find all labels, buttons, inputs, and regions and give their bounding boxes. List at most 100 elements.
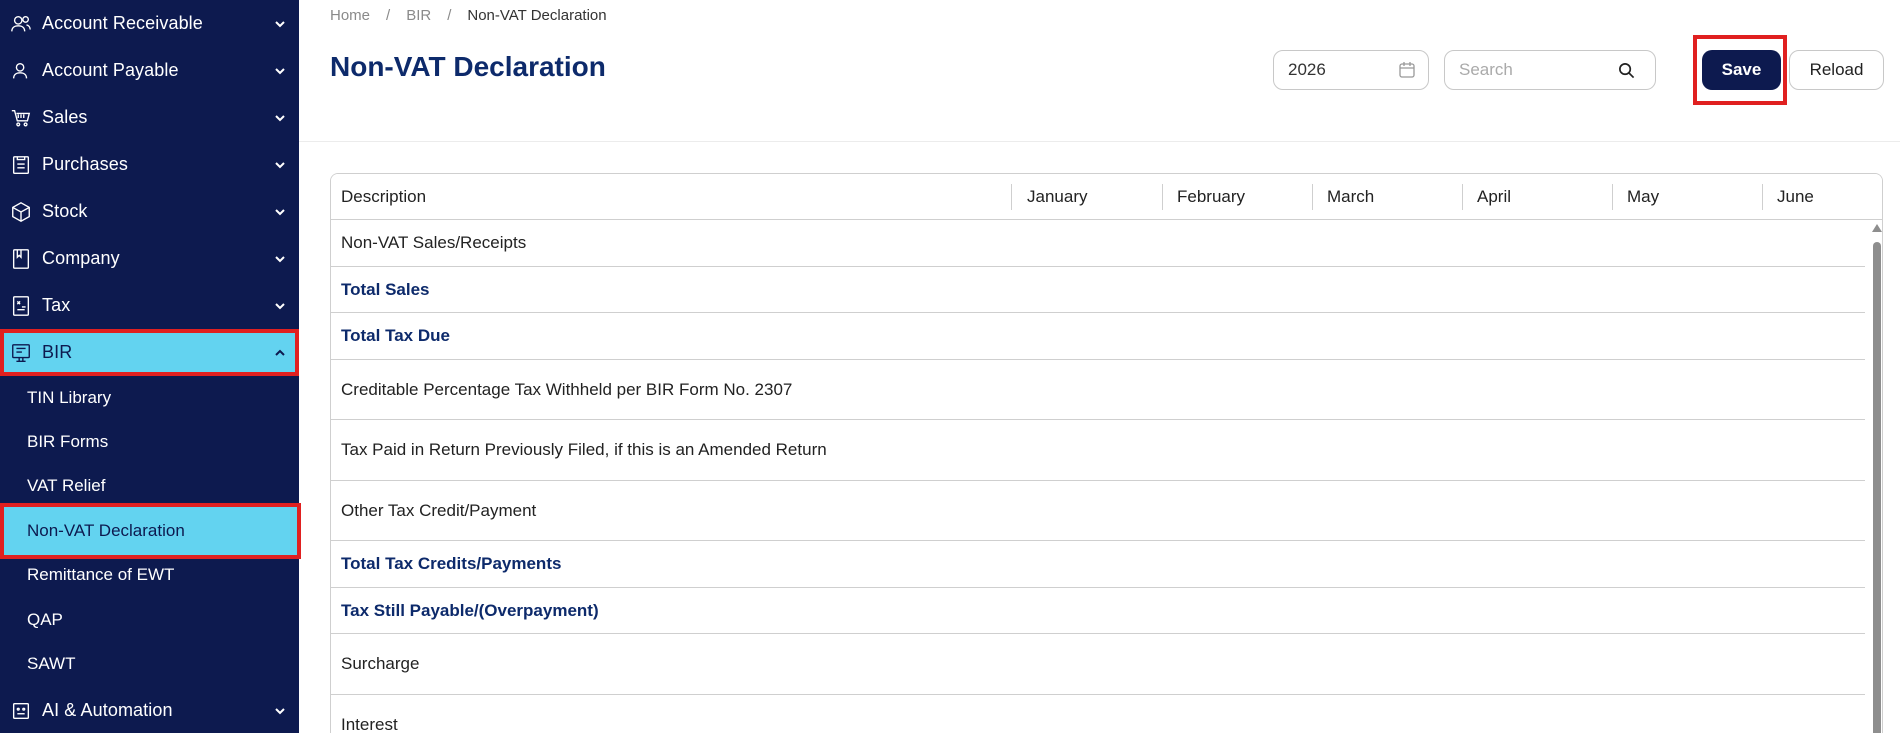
sidebar-subitem-vat-relief[interactable]: VAT Relief — [0, 464, 299, 508]
column-header-march: March — [1327, 187, 1375, 206]
column-header-description: Description — [341, 187, 427, 206]
row-description: Tax Still Payable/(Overpayment) — [341, 600, 599, 620]
sidebar-item-sales[interactable]: Sales — [0, 94, 299, 141]
row-description: Surcharge — [341, 654, 420, 673]
breadcrumb-bir[interactable]: BIR — [406, 7, 431, 24]
table-row: Creditable Percentage Tax Withheld per B… — [331, 360, 1865, 420]
row-description: Total Tax Credits/Payments — [341, 554, 562, 573]
sidebar-item-label: Account Receivable — [42, 13, 203, 33]
chevron-down-icon — [275, 20, 285, 27]
sidebar-item-label: Sales — [42, 107, 88, 127]
chevron-down-icon — [275, 114, 285, 121]
sidebar-subitem-bir-forms[interactable]: BIR Forms — [0, 420, 299, 464]
chevron-down-icon — [275, 707, 285, 714]
user-icon — [10, 60, 32, 82]
sidebar-item-tax[interactable]: Tax — [0, 282, 299, 329]
breadcrumb-home[interactable]: Home — [330, 7, 370, 24]
sidebar-item-label: Company — [42, 248, 120, 268]
row-description: Tax Paid in Return Previously Filed, if … — [341, 440, 827, 459]
table-row: Tax Still Payable/(Overpayment) — [331, 588, 1865, 634]
table-row: Interest — [331, 695, 1865, 733]
sidebar-subitem-non-vat-declaration[interactable]: Non-VAT Declaration — [0, 503, 301, 559]
column-header-june: June — [1777, 187, 1814, 206]
sidebar-item-ai-automation[interactable]: AI & Automation — [0, 687, 299, 733]
column-divider — [1612, 184, 1613, 210]
bookmark-icon — [10, 248, 32, 270]
sidebar-item-label: Purchases — [42, 154, 128, 174]
chevron-down-icon — [275, 302, 285, 309]
tax-icon — [10, 295, 32, 317]
column-header-february: February — [1177, 187, 1246, 206]
declaration-table: Description January February March April… — [330, 173, 1883, 733]
sidebar-subitem-sawt[interactable]: SAWT — [0, 642, 299, 686]
subitem-label: SAWT — [27, 654, 76, 673]
sidebar-item-label: Account Payable — [42, 60, 179, 80]
scroll-up-arrow-icon[interactable] — [1872, 224, 1882, 232]
chevron-down-icon — [275, 67, 285, 74]
sidebar-item-company[interactable]: Company — [0, 235, 299, 282]
reload-button[interactable]: Reload — [1789, 50, 1884, 90]
sidebar: Account Receivable Account Payable Sales… — [0, 0, 301, 733]
page-title: Non-VAT Declaration — [330, 51, 606, 82]
save-button[interactable]: Save — [1702, 50, 1781, 90]
row-description: Total Tax Due — [341, 326, 450, 345]
table-scrollbar[interactable] — [1869, 224, 1882, 733]
sidebar-item-stock[interactable]: Stock — [0, 188, 299, 235]
chevron-down-icon — [275, 161, 285, 168]
sidebar-subitem-tin-library[interactable]: TIN Library — [0, 376, 299, 420]
table-header: Description January February March April… — [331, 174, 1882, 220]
table-row: Tax Paid in Return Previously Filed, if … — [331, 420, 1865, 481]
breadcrumb-separator: / — [447, 7, 452, 24]
clipboard-icon — [10, 154, 32, 176]
sidebar-subitem-qap[interactable]: QAP — [0, 598, 299, 642]
column-divider — [1162, 184, 1163, 210]
column-divider — [1011, 184, 1012, 210]
sidebar-item-account-payable[interactable]: Account Payable — [0, 47, 299, 94]
subitem-label: VAT Relief — [27, 476, 106, 495]
sidebar-item-purchases[interactable]: Purchases — [0, 141, 299, 188]
breadcrumb-current: Non-VAT Declaration — [467, 7, 607, 24]
subitem-label: QAP — [27, 610, 63, 629]
chevron-down-icon — [275, 208, 285, 215]
column-header-january: January — [1027, 187, 1088, 206]
table-row: Non-VAT Sales/Receipts — [331, 220, 1865, 267]
search-input[interactable] — [1459, 60, 1609, 80]
users-icon — [10, 13, 32, 35]
chevron-down-icon — [275, 255, 285, 262]
breadcrumb-separator: / — [386, 7, 391, 24]
year-value: 2026 — [1288, 60, 1326, 79]
table-row: Surcharge — [331, 634, 1865, 695]
header-divider — [299, 141, 1900, 142]
chevron-up-icon — [275, 349, 285, 356]
subitem-label: Remittance of EWT — [27, 565, 175, 584]
robot-icon — [10, 700, 32, 722]
row-description: Total Sales — [341, 279, 430, 299]
search-icon[interactable] — [1618, 62, 1635, 79]
subitem-label: BIR Forms — [27, 432, 109, 451]
sidebar-item-account-receivable[interactable]: Account Receivable — [0, 0, 299, 47]
sidebar-subitem-remittance-of-ewt[interactable]: Remittance of EWT — [0, 553, 299, 597]
column-header-may: May — [1627, 187, 1660, 206]
column-divider — [1762, 184, 1763, 210]
calendar-icon[interactable] — [1398, 61, 1416, 79]
row-description: Interest — [341, 714, 398, 733]
year-picker[interactable]: 2026 — [1273, 50, 1429, 90]
scrollbar-thumb[interactable] — [1873, 242, 1881, 733]
sidebar-item-label: BIR — [42, 342, 73, 362]
sidebar-item-bir[interactable]: BIR — [0, 329, 299, 376]
subitem-label: TIN Library — [27, 388, 112, 407]
subitem-label: Non-VAT Declaration — [27, 521, 185, 540]
sidebar-item-label: AI & Automation — [42, 700, 173, 720]
sidebar-item-label: Stock — [42, 201, 88, 221]
search-box — [1444, 50, 1656, 90]
breadcrumb: Home / BIR / Non-VAT Declaration — [330, 7, 607, 24]
column-divider — [1312, 184, 1313, 210]
row-description: Non-VAT Sales/Receipts — [341, 233, 527, 252]
table-row: Total Tax Credits/Payments — [331, 541, 1865, 588]
cart-icon — [10, 107, 32, 129]
box-icon — [10, 201, 32, 223]
table-row: Total Sales — [331, 267, 1865, 313]
row-description: Other Tax Credit/Payment — [341, 500, 537, 520]
table-row: Total Tax Due — [331, 313, 1865, 360]
table-row: Other Tax Credit/Payment — [331, 481, 1865, 541]
